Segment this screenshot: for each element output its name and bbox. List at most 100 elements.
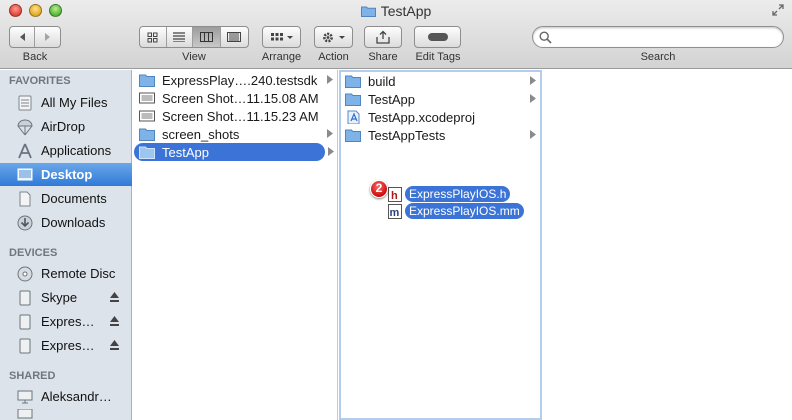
drive-icon (19, 338, 31, 353)
dragged-file[interactable]: h ExpressPlayIOS.h (388, 186, 511, 202)
folder-icon (360, 6, 376, 17)
eject-icon[interactable] (109, 291, 120, 303)
screenshot-icon (139, 110, 155, 122)
downloads-icon (17, 215, 33, 230)
eject-icon[interactable] (109, 315, 120, 327)
action-button-face (315, 27, 352, 47)
list-view-button[interactable] (167, 27, 194, 47)
computer-icon (17, 409, 33, 419)
share-label: Share (368, 51, 398, 63)
action-button[interactable] (314, 26, 353, 48)
file-row[interactable]: TestAppTests (341, 126, 540, 144)
file-row-selected[interactable]: TestApp (134, 143, 325, 161)
column-view-button[interactable] (193, 27, 221, 47)
sidebar-item-shared-computer[interactable]: Aleksandr… (0, 385, 132, 408)
sidebar-item-label: Desktop (41, 167, 93, 182)
edit-tags-button-face (415, 27, 460, 47)
dragged-file-name: ExpressPlayIOS.mm (405, 203, 524, 219)
folder-icon (139, 74, 155, 87)
action-label: Action (318, 51, 349, 63)
objc-file-icon: m (388, 203, 402, 219)
sidebar-item-desktop[interactable]: Desktop (0, 163, 132, 186)
sidebar-item-all-my-files[interactable]: All My Files (0, 91, 132, 114)
screenshot-icon (139, 92, 155, 104)
icon-view-icon (147, 32, 158, 42)
sidebar-header-devices: DEVICES (9, 247, 58, 259)
file-name: TestAppTests (368, 127, 446, 143)
edit-tags-label: Edit Tags (415, 51, 461, 63)
edit-tags-button[interactable] (414, 26, 461, 48)
folder-icon (345, 129, 361, 142)
sidebar-item-airdrop[interactable]: AirDrop (0, 115, 132, 138)
sidebar-item-label: All My Files (41, 95, 108, 110)
cover-flow-icon (227, 32, 242, 42)
arrange-button[interactable] (262, 26, 301, 48)
file-row[interactable]: TestApp (341, 90, 540, 108)
sidebar-item-remote-disc[interactable]: Remote Disc (0, 262, 132, 285)
folder-icon (345, 75, 361, 88)
computer-icon (17, 390, 33, 403)
sidebar-item-express-drive-2[interactable]: Expres… (0, 334, 132, 357)
folder-icon (345, 93, 361, 106)
share-button[interactable] (364, 26, 402, 48)
chevron-left-icon (20, 33, 25, 41)
browser-column-desktop: ExpressPlay….240.testsdk Screen Shot…11.… (133, 70, 338, 420)
file-row[interactable]: ExpressPlay….240.testsdk (133, 71, 337, 89)
sidebar-item-label: Applications (41, 143, 112, 158)
sidebar-header-shared: SHARED (9, 370, 56, 382)
sidebar-item-label: Downloads (41, 215, 106, 230)
fullscreen-icon[interactable] (772, 4, 784, 16)
sidebar-item-applications[interactable]: Applications (0, 139, 132, 162)
disc-icon (17, 266, 33, 281)
file-row[interactable]: TestApp.xcodeproj (341, 108, 540, 126)
all-files-icon (18, 95, 32, 110)
cover-flow-view-button[interactable] (221, 27, 248, 47)
file-type-letter: h (391, 190, 398, 202)
gear-icon (322, 32, 345, 42)
disclosure-arrow-icon (327, 129, 333, 138)
disclosure-arrow-icon (530, 94, 536, 103)
eject-icon[interactable] (109, 339, 120, 351)
forward-button[interactable] (35, 27, 60, 47)
search-field[interactable] (532, 26, 784, 48)
sidebar-item-downloads[interactable]: Downloads (0, 211, 132, 234)
folder-icon (139, 146, 155, 159)
sidebar-item-label: Aleksandr… (41, 389, 112, 404)
file-type-letter: m (390, 207, 400, 219)
xcodeproj-icon (347, 110, 360, 124)
icon-view-button[interactable] (140, 27, 167, 47)
dragged-file-name: ExpressPlayIOS.h (405, 186, 511, 202)
file-row[interactable]: build (341, 72, 540, 90)
file-name: ExpressPlay….240.testsdk (162, 72, 318, 88)
file-row[interactable]: screen_shots (133, 125, 337, 143)
drive-icon (19, 314, 31, 329)
file-row[interactable]: Screen Shot…11.15.08 AM (133, 89, 337, 107)
back-button[interactable] (10, 27, 36, 47)
share-button-face (365, 27, 401, 47)
file-name: build (368, 73, 396, 89)
desktop-icon (17, 168, 33, 180)
sidebar-item-shared-partial[interactable] (0, 409, 132, 420)
sidebar-item-documents[interactable]: Documents (0, 187, 132, 210)
file-name: TestApp (368, 91, 415, 107)
window-title: TestApp (0, 3, 792, 19)
back-label: Back (22, 51, 48, 63)
disclosure-arrow-icon (530, 130, 536, 139)
arrange-label: Arrange (261, 51, 302, 63)
sidebar-item-skype[interactable]: Skype (0, 286, 132, 309)
dragged-file[interactable]: m ExpressPlayIOS.mm (388, 203, 524, 219)
sidebar-item-express-drive-1[interactable]: Expres… (0, 310, 132, 333)
file-name: Screen Shot…11.15.08 AM (162, 90, 319, 106)
search-input[interactable] (555, 30, 775, 45)
sidebar-header-favorites: FAVORITES (9, 75, 71, 87)
share-icon (376, 30, 390, 44)
arrange-grid-icon (270, 33, 293, 41)
file-row[interactable]: Screen Shot…11.15.23 AM (133, 107, 337, 125)
window-toolbar: TestApp Back View Arrange Action Share E… (0, 0, 792, 69)
header-file-icon: h (388, 186, 402, 202)
search-label: Search (640, 51, 676, 63)
column-view-icon (199, 32, 213, 42)
folder-icon (139, 128, 155, 141)
drive-icon (19, 290, 31, 305)
search-icon (539, 31, 552, 44)
